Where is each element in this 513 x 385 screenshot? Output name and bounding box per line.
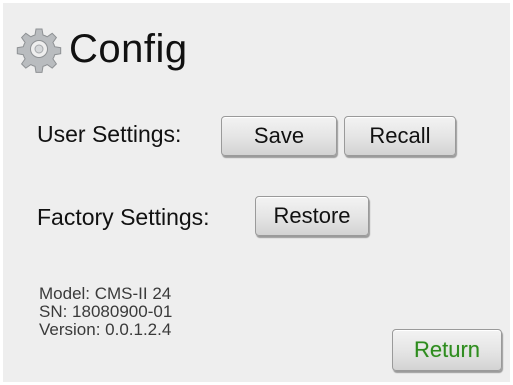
recall-button[interactable]: Recall xyxy=(344,116,456,156)
page-title: Config xyxy=(69,26,188,71)
serial-number-text: SN: 18080900-01 xyxy=(39,302,173,321)
model-text: Model: CMS-II 24 xyxy=(39,284,172,303)
save-button[interactable]: Save xyxy=(221,116,337,156)
user-settings-label: User Settings: xyxy=(37,121,182,147)
config-panel: Config User Settings: Save Recall Factor… xyxy=(3,3,510,382)
factory-settings-label: Factory Settings: xyxy=(37,204,210,230)
version-text: Version: 0.0.1.2.4 xyxy=(39,320,172,339)
page-header: Config xyxy=(15,19,188,79)
gear-icon xyxy=(16,28,62,73)
device-info: Model: CMS-II 24 SN: 18080900-01 Version… xyxy=(39,285,172,339)
restore-button[interactable]: Restore xyxy=(255,196,369,236)
return-button[interactable]: Return xyxy=(392,329,502,371)
